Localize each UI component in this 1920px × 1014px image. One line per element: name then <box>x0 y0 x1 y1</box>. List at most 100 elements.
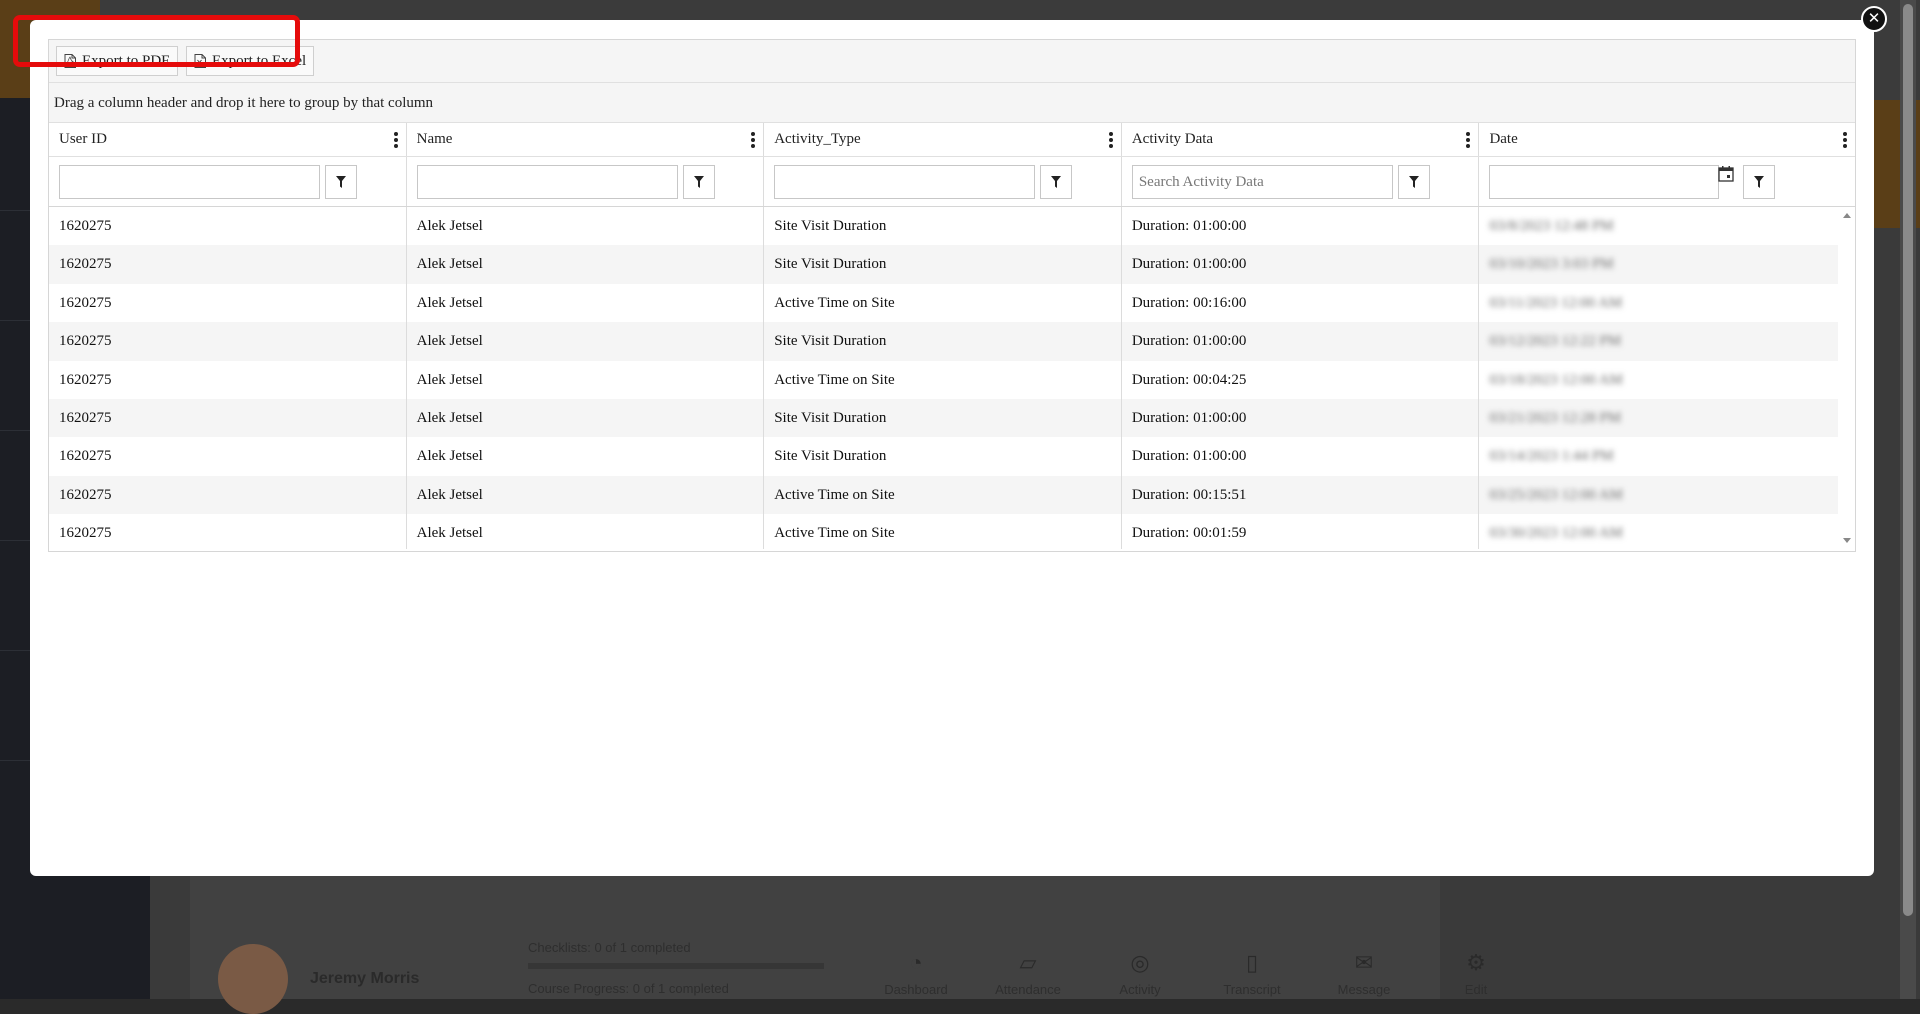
column-menu-icon[interactable] <box>1466 132 1471 148</box>
grid-rows: 1620275 Alek Jetsel Site Visit Duration … <box>49 207 1855 549</box>
date-filter-input[interactable] <box>1489 165 1720 199</box>
activity-type-filter-input[interactable] <box>774 165 1036 199</box>
column-header-date[interactable]: Date <box>1479 123 1855 156</box>
grid-scrollbar[interactable] <box>1838 207 1855 549</box>
profile-actions: ◔ Dashboard ▱ Attendance ◎ Activity ▯ Transc… <box>860 950 1532 997</box>
user-id-filter-input[interactable] <box>59 165 320 199</box>
date-cell: 03/21/2023 12:28 PM <box>1479 399 1855 437</box>
attendance-icon: ▱ <box>1019 950 1037 975</box>
date-cell: 03/12/2023 12:22 PM <box>1479 322 1855 360</box>
column-header-name[interactable]: Name <box>407 123 765 156</box>
date-value: 03/8/2023 12:48 PM <box>1489 218 1614 234</box>
name-cell: Alek Jetsel <box>407 245 765 284</box>
name-cell: Alek Jetsel <box>407 398 765 438</box>
date-value: 03/10/2023 3:03 PM <box>1489 256 1614 273</box>
column-header-activity-data[interactable]: Activity Data <box>1122 123 1480 156</box>
filter-icon <box>1408 176 1419 188</box>
export-excel-label: Export to Excel <box>212 53 307 69</box>
message-action[interactable]: ✉ Message <box>1308 950 1420 997</box>
filter-cell-date <box>1479 157 1855 206</box>
export-excel-button[interactable]: Export to Excel <box>186 46 315 76</box>
user-id-cell: 1620275 <box>49 207 407 246</box>
table-row[interactable]: 1620275 Alek Jetsel Active Time on Site … <box>49 475 1855 515</box>
user-id-cell: 1620275 <box>49 398 407 438</box>
checklists-bar <box>528 963 824 969</box>
activity-grid: Export to PDF Export to Excel Drag a col… <box>48 39 1856 552</box>
date-cell: 03/11/2023 12:00 AM <box>1479 284 1855 322</box>
date-value: 03/14/2023 1:44 PM <box>1489 448 1614 465</box>
date-value: 03/30/2023 12:00 AM <box>1489 525 1623 542</box>
avatar <box>218 944 288 1014</box>
column-header-activity-type[interactable]: Activity_Type <box>764 123 1122 156</box>
activity-type-cell: Active Time on Site <box>764 475 1122 515</box>
dashboard-action[interactable]: ◔ Dashboard <box>860 950 972 997</box>
scroll-down-icon[interactable] <box>1843 538 1851 543</box>
table-row[interactable]: 1620275 Alek Jetsel Active Time on Site … <box>49 283 1855 323</box>
date-cell: 03/18/2023 12:00 AM <box>1479 361 1855 399</box>
gear-icon: ⚙ <box>1466 950 1486 975</box>
activity-data-cell: Duration: 01:00:00 <box>1122 245 1480 284</box>
progress-info: Checklists: 0 of 1 completed Course Prog… <box>528 940 824 996</box>
calendar-icon[interactable] <box>1717 165 1735 183</box>
activity-data-cell: Duration: 00:16:00 <box>1122 283 1480 323</box>
activity-type-cell: Site Visit Duration <box>764 207 1122 246</box>
activity-data-filter-input[interactable] <box>1131 165 1393 199</box>
course-progress-text: Course Progress: 0 of 1 completed <box>528 981 729 996</box>
user-id-cell: 1620275 <box>49 360 407 399</box>
filter-button[interactable] <box>682 165 715 199</box>
activity-type-cell: Site Visit Duration <box>764 322 1122 361</box>
activity-type-cell: Site Visit Duration <box>764 437 1122 476</box>
table-row[interactable]: 1620275 Alek Jetsel Site Visit Duration … <box>49 207 1855 246</box>
transcript-action[interactable]: ▯ Transcript <box>1196 950 1308 997</box>
date-cell: 03/10/2023 3:03 PM <box>1479 245 1855 283</box>
table-row[interactable]: 1620275 Alek Jetsel Site Visit Duration … <box>49 322 1855 361</box>
filter-cell-activity-data <box>1122 157 1480 206</box>
user-id-cell: 1620275 <box>49 475 407 515</box>
attendance-action[interactable]: ▱ Attendance <box>972 950 1084 997</box>
filter-button[interactable] <box>325 165 357 199</box>
table-row[interactable]: 1620275 Alek Jetsel Active Time on Site … <box>49 360 1855 399</box>
filter-icon <box>1754 176 1765 188</box>
name-cell: Alek Jetsel <box>407 322 765 361</box>
name-cell: Alek Jetsel <box>407 437 765 476</box>
activity-data-cell: Duration: 01:00:00 <box>1122 437 1480 476</box>
activity-type-cell: Active Time on Site <box>764 283 1122 323</box>
transcript-icon: ▯ <box>1245 950 1259 975</box>
filter-button[interactable] <box>1397 165 1430 199</box>
user-id-cell: 1620275 <box>49 283 407 323</box>
profile-name: Jeremy Morris <box>310 970 420 987</box>
filter-button[interactable] <box>1743 165 1776 199</box>
activity-type-cell: Active Time on Site <box>764 514 1122 549</box>
column-header-user-id[interactable]: User ID <box>49 123 407 156</box>
date-cell: 03/25/2023 12:00 AM <box>1479 476 1855 514</box>
activity-action[interactable]: ◎ Activity <box>1084 950 1196 997</box>
user-id-cell: 1620275 <box>49 514 407 549</box>
filter-icon <box>1051 176 1062 188</box>
column-menu-icon[interactable] <box>393 132 398 148</box>
name-cell: Alek Jetsel <box>407 360 765 399</box>
page-scrollbar-thumb[interactable] <box>1903 4 1913 916</box>
pdf-file-icon <box>64 54 76 68</box>
name-cell: Alek Jetsel <box>407 207 765 246</box>
background-profile-card: Jeremy Morris Checklists: 0 of 1 complet… <box>190 940 1487 1014</box>
filter-button[interactable] <box>1040 165 1073 199</box>
export-pdf-button[interactable]: Export to PDF <box>56 46 178 76</box>
column-menu-icon[interactable] <box>751 132 756 148</box>
checklists-text: Checklists: 0 of 1 completed <box>528 940 691 955</box>
filter-icon <box>336 176 346 188</box>
page-scrollbar[interactable] <box>1900 0 1916 999</box>
user-id-cell: 1620275 <box>49 322 407 361</box>
edit-action[interactable]: ⚙ Edit <box>1420 950 1532 997</box>
scroll-up-icon[interactable] <box>1843 213 1851 218</box>
table-row[interactable]: 1620275 Alek Jetsel Active Time on Site … <box>49 514 1855 549</box>
activity-type-cell: Active Time on Site <box>764 360 1122 399</box>
table-row[interactable]: 1620275 Alek Jetsel Site Visit Duration … <box>49 245 1855 284</box>
date-value: 03/21/2023 12:28 PM <box>1489 409 1622 426</box>
name-filter-input[interactable] <box>416 165 678 199</box>
close-icon[interactable]: ✕ <box>1861 6 1887 32</box>
table-row[interactable]: 1620275 Alek Jetsel Site Visit Duration … <box>49 398 1855 438</box>
column-menu-icon[interactable] <box>1108 132 1113 148</box>
group-by-panel[interactable]: Drag a column header and drop it here to… <box>49 83 1855 123</box>
column-menu-icon[interactable] <box>1843 132 1848 148</box>
table-row[interactable]: 1620275 Alek Jetsel Site Visit Duration … <box>49 437 1855 476</box>
